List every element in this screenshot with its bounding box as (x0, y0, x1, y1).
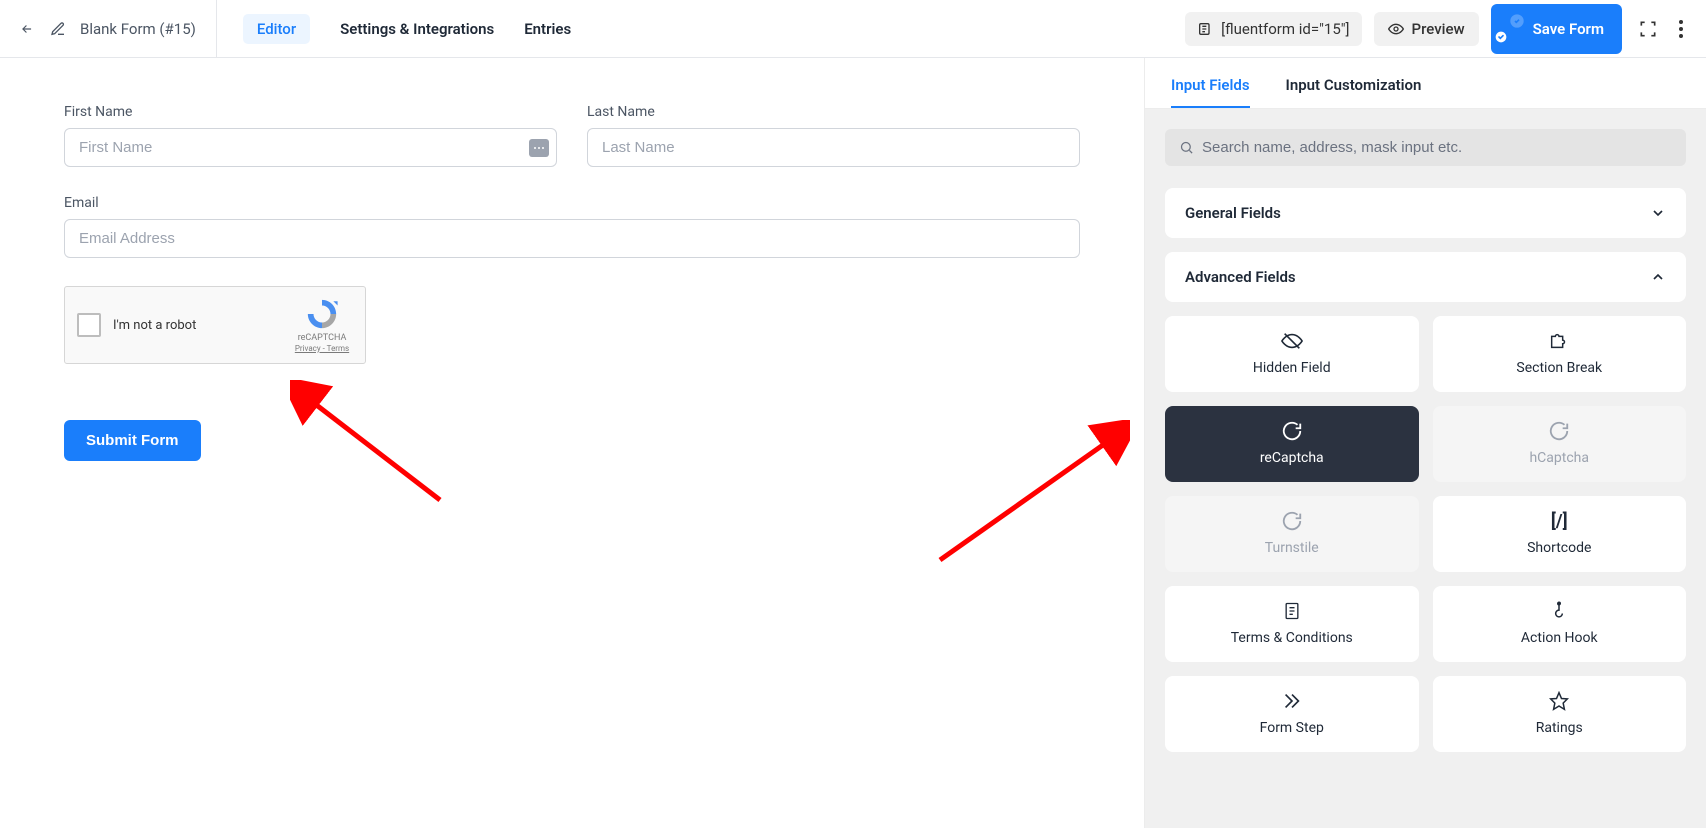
puzzle-icon (1548, 330, 1570, 352)
field-terms-label: Terms & Conditions (1231, 630, 1353, 646)
submit-button[interactable]: Submit Form (64, 420, 201, 461)
section-general-fields[interactable]: General Fields (1165, 188, 1686, 238)
section-advanced-label: Advanced Fields (1185, 268, 1296, 286)
recaptcha-links[interactable]: Privacy - Terms (291, 344, 353, 353)
field-shortcode[interactable]: [/] Shortcode (1433, 496, 1687, 572)
field-hcaptcha[interactable]: hCaptcha (1433, 406, 1687, 482)
save-button[interactable]: Save Form (1491, 4, 1622, 54)
shortcode-text: [fluentform id="15"] (1221, 20, 1349, 38)
hcaptcha-icon (1548, 420, 1570, 442)
more-menu-icon[interactable] (1674, 15, 1688, 43)
field-action-hook-label: Action Hook (1521, 630, 1598, 646)
form-step-icon (1281, 690, 1303, 712)
shortcode-icon (1197, 21, 1213, 37)
first-name-input[interactable] (64, 128, 557, 167)
field-turnstile[interactable]: Turnstile (1165, 496, 1419, 572)
recaptcha-label: I'm not a robot (113, 318, 279, 333)
search-icon (1179, 140, 1194, 155)
field-recaptcha[interactable]: reCaptcha (1165, 406, 1419, 482)
fullscreen-icon[interactable] (1634, 15, 1662, 43)
hook-icon (1549, 600, 1569, 622)
field-terms[interactable]: Terms & Conditions (1165, 586, 1419, 662)
save-label: Save Form (1533, 20, 1604, 38)
shortcode-brackets-icon: [/] (1551, 510, 1568, 532)
recaptcha-logo-icon (305, 297, 339, 331)
field-search[interactable] (1165, 129, 1686, 166)
section-advanced-fields[interactable]: Advanced Fields (1165, 252, 1686, 302)
field-search-input[interactable] (1202, 139, 1672, 156)
section-general-label: General Fields (1185, 204, 1281, 222)
document-icon (1282, 600, 1302, 622)
field-turnstile-label: Turnstile (1265, 540, 1319, 556)
field-ratings[interactable]: Ratings (1433, 676, 1687, 752)
recaptcha-icon (1281, 420, 1303, 442)
tab-entries[interactable]: Entries (524, 20, 571, 38)
chevron-up-icon (1650, 269, 1666, 285)
tab-editor[interactable]: Editor (243, 14, 310, 44)
field-recaptcha-label: reCaptcha (1260, 450, 1324, 466)
field-hidden[interactable]: Hidden Field (1165, 316, 1419, 392)
recaptcha-checkbox[interactable] (77, 313, 101, 337)
form-title[interactable]: Blank Form (#15) (80, 20, 196, 38)
star-icon (1549, 690, 1569, 712)
field-form-step[interactable]: Form Step (1165, 676, 1419, 752)
eye-off-icon (1281, 330, 1303, 352)
field-section-break[interactable]: Section Break (1433, 316, 1687, 392)
field-section-break-label: Section Break (1516, 360, 1602, 376)
tab-input-fields[interactable]: Input Fields (1171, 76, 1250, 108)
field-form-step-label: Form Step (1260, 720, 1324, 736)
last-name-label: Last Name (587, 104, 1080, 120)
tab-settings[interactable]: Settings & Integrations (340, 20, 494, 38)
shortcode-display[interactable]: [fluentform id="15"] (1185, 12, 1361, 46)
pencil-icon[interactable] (50, 21, 66, 37)
field-hcaptcha-label: hCaptcha (1529, 450, 1589, 466)
recaptcha-brand: reCAPTCHA (291, 333, 353, 343)
recaptcha-widget[interactable]: I'm not a robot reCAPTCHA Privacy - Term… (64, 286, 366, 364)
last-name-input[interactable] (587, 128, 1080, 167)
field-action-hook[interactable]: Action Hook (1433, 586, 1687, 662)
back-arrow[interactable] (18, 22, 36, 36)
field-shortcode-label: Shortcode (1527, 540, 1591, 556)
preview-button[interactable]: Preview (1374, 12, 1479, 46)
eye-icon (1388, 21, 1404, 37)
check-circle-icon (1509, 13, 1525, 45)
email-label: Email (64, 195, 1080, 211)
preview-label: Preview (1412, 20, 1465, 38)
tab-input-customization[interactable]: Input Customization (1286, 76, 1422, 108)
field-ratings-label: Ratings (1536, 720, 1583, 736)
field-options-icon[interactable] (529, 139, 549, 157)
form-canvas: First Name Last Name Email I'm not a rob… (0, 58, 1145, 828)
email-input[interactable] (64, 219, 1080, 258)
turnstile-icon (1281, 510, 1303, 532)
field-hidden-label: Hidden Field (1253, 360, 1331, 376)
first-name-label: First Name (64, 104, 557, 120)
chevron-down-icon (1650, 205, 1666, 221)
